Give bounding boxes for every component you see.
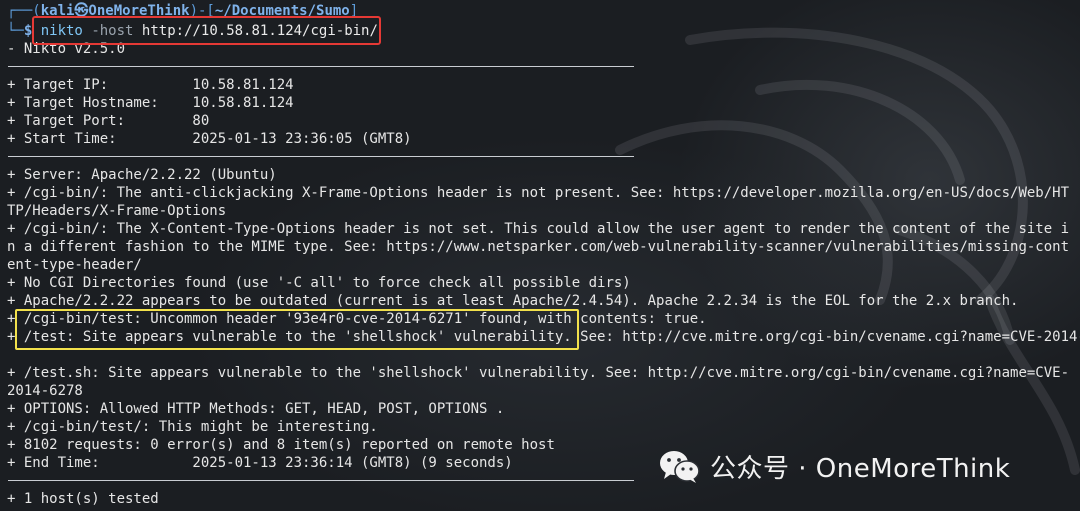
output-line: + Target Port: 80 [7, 113, 210, 129]
output-line: + 8102 requests: 0 error(s) and 8 item(s… [7, 437, 555, 453]
wechat-watermark: 公众号 · OneMoreThink [658, 446, 1058, 486]
terminal-window[interactable]: ┌──(kali㉿OneMoreThink)-[~/Documents/Sumo… [0, 0, 1080, 511]
output-line: + Start Time: 2025-01-13 23:36:05 (GMT8) [7, 131, 412, 147]
output-line: ent-type-header/ [7, 257, 142, 273]
output-line: + Server: Apache/2.2.22 (Ubuntu) [7, 167, 277, 183]
watermark-text: 公众号 · OneMoreThink [710, 453, 1011, 484]
command-highlight-box [32, 16, 381, 45]
separator-line [8, 66, 634, 67]
output-line: + Target Hostname: 10.58.81.124 [7, 95, 294, 111]
separator-line [8, 480, 634, 481]
output-line: + /cgi-bin/: The X-Content-Type-Options … [7, 221, 1070, 237]
output-line: + No CGI Directories found (use '-C all'… [7, 275, 631, 291]
output-line: + 1 host(s) tested [7, 491, 159, 507]
output-line: 2014-6278 [7, 383, 83, 399]
output-line: + /cgi-bin/test/: This might be interest… [7, 419, 378, 435]
output-line: + OPTIONS: Allowed HTTP Methods: GET, HE… [7, 401, 505, 417]
output-line: + /test.sh: Site appears vulnerable to t… [7, 365, 1070, 381]
output-line: n a different fashion to the MIME type. … [7, 239, 1070, 255]
output-line: + Target IP: 10.58.81.124 [7, 77, 294, 93]
output-line: + Apache/2.2.22 appears to be outdated (… [7, 293, 1019, 309]
separator-line [8, 156, 634, 157]
wechat-icon [660, 451, 700, 483]
output-line: TP/Headers/X-Frame-Options [7, 203, 227, 219]
output-line: + /cgi-bin/: The anti-clickjacking X-Fra… [7, 185, 1070, 201]
output-line: + End Time: 2025-01-13 23:36:14 (GMT8) (… [7, 455, 513, 471]
shellshock-highlight-box [15, 309, 579, 350]
